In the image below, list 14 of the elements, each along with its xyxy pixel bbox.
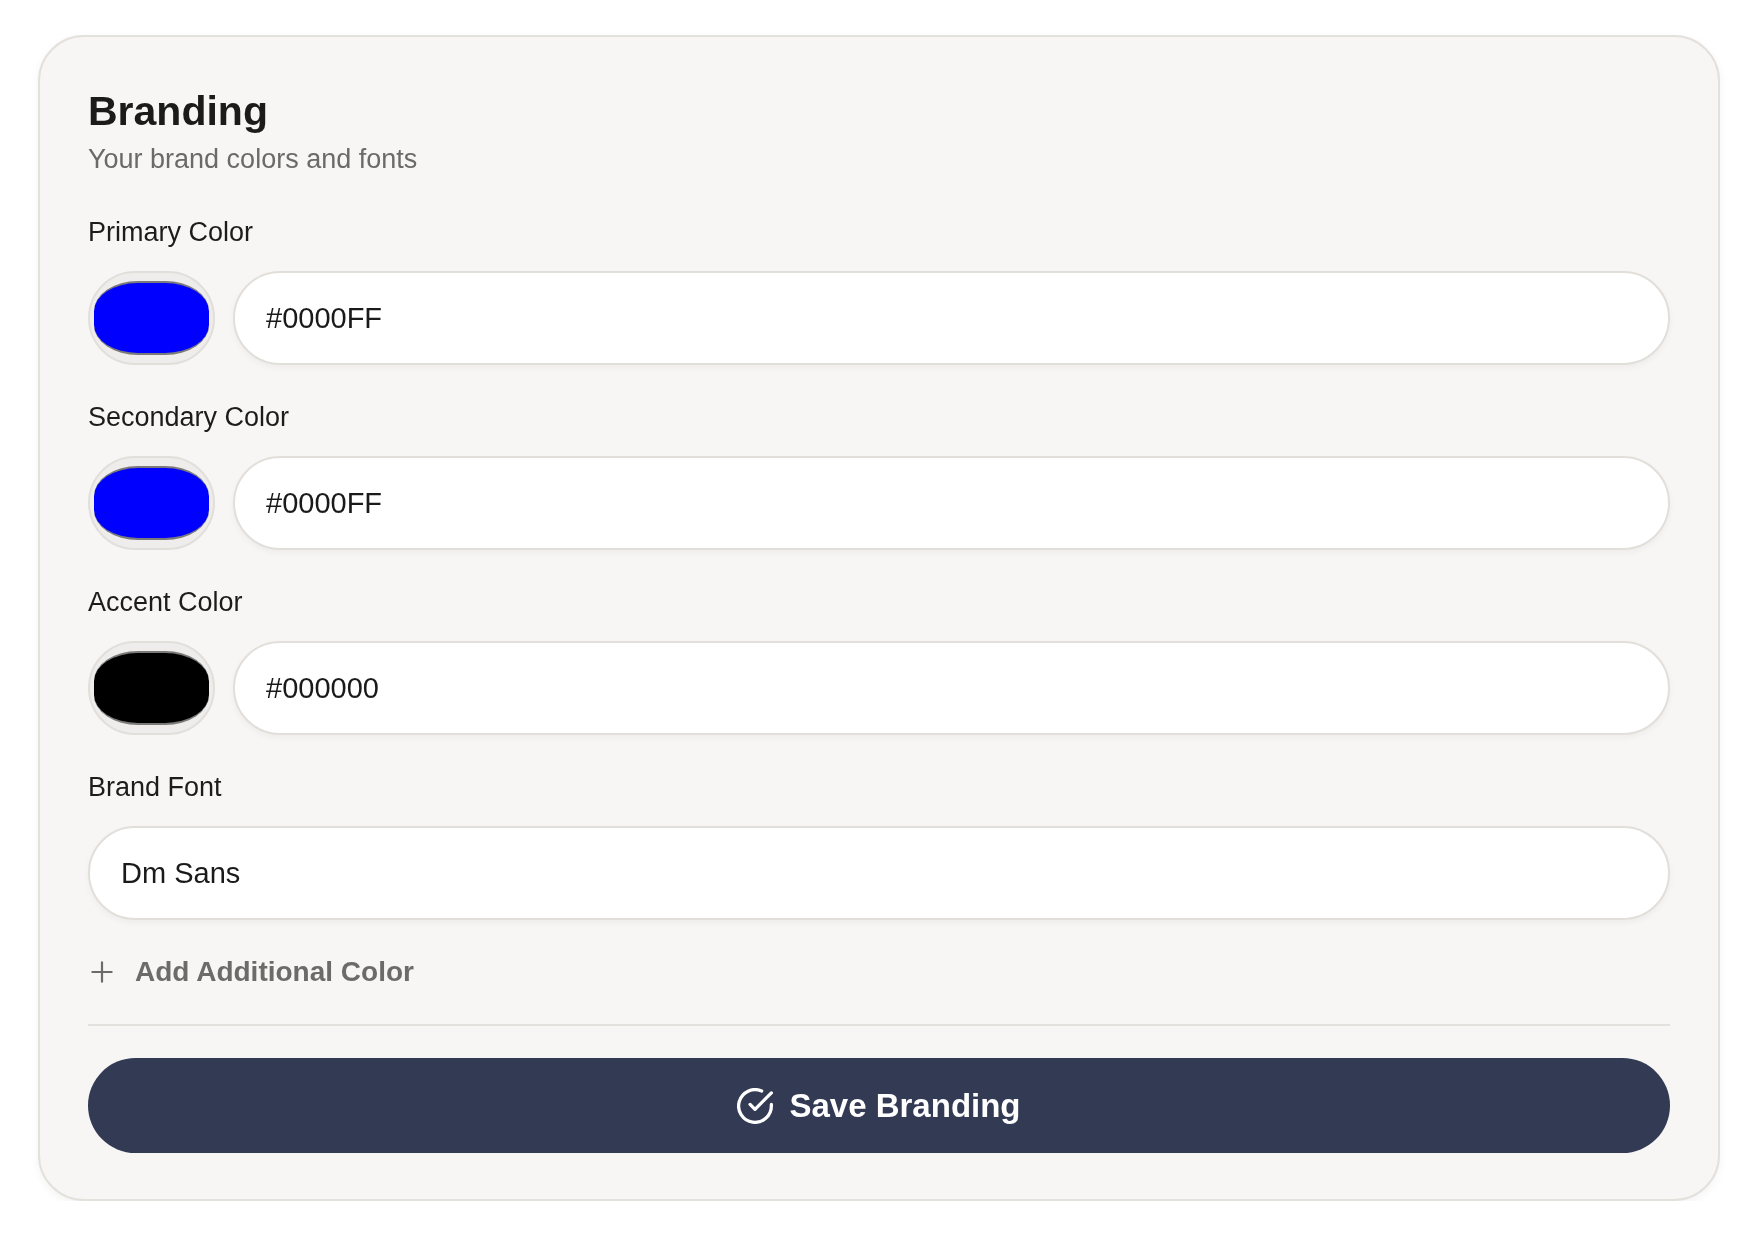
hex-input-field[interactable]: #0000FF: [233, 456, 1670, 550]
hex-input-field[interactable]: #000000: [233, 641, 1670, 735]
section-subtitle: Your brand colors and fonts: [88, 143, 419, 176]
section-title: Branding: [88, 88, 269, 134]
field-label: Accent Color: [88, 586, 243, 619]
save-button[interactable]: Save Branding: [88, 1058, 1670, 1153]
add-color-button[interactable]: Add Additional Color: [88, 954, 414, 990]
plus-icon: [91, 961, 113, 983]
field-label: Secondary Color: [88, 401, 290, 434]
field-label: Brand Font: [88, 771, 222, 804]
check-circle-icon: [737, 1087, 774, 1124]
text-input-field[interactable]: Dm Sans: [88, 826, 1670, 920]
field-label: Primary Color: [88, 216, 254, 249]
hex-input-field[interactable]: #0000FF: [233, 271, 1670, 365]
